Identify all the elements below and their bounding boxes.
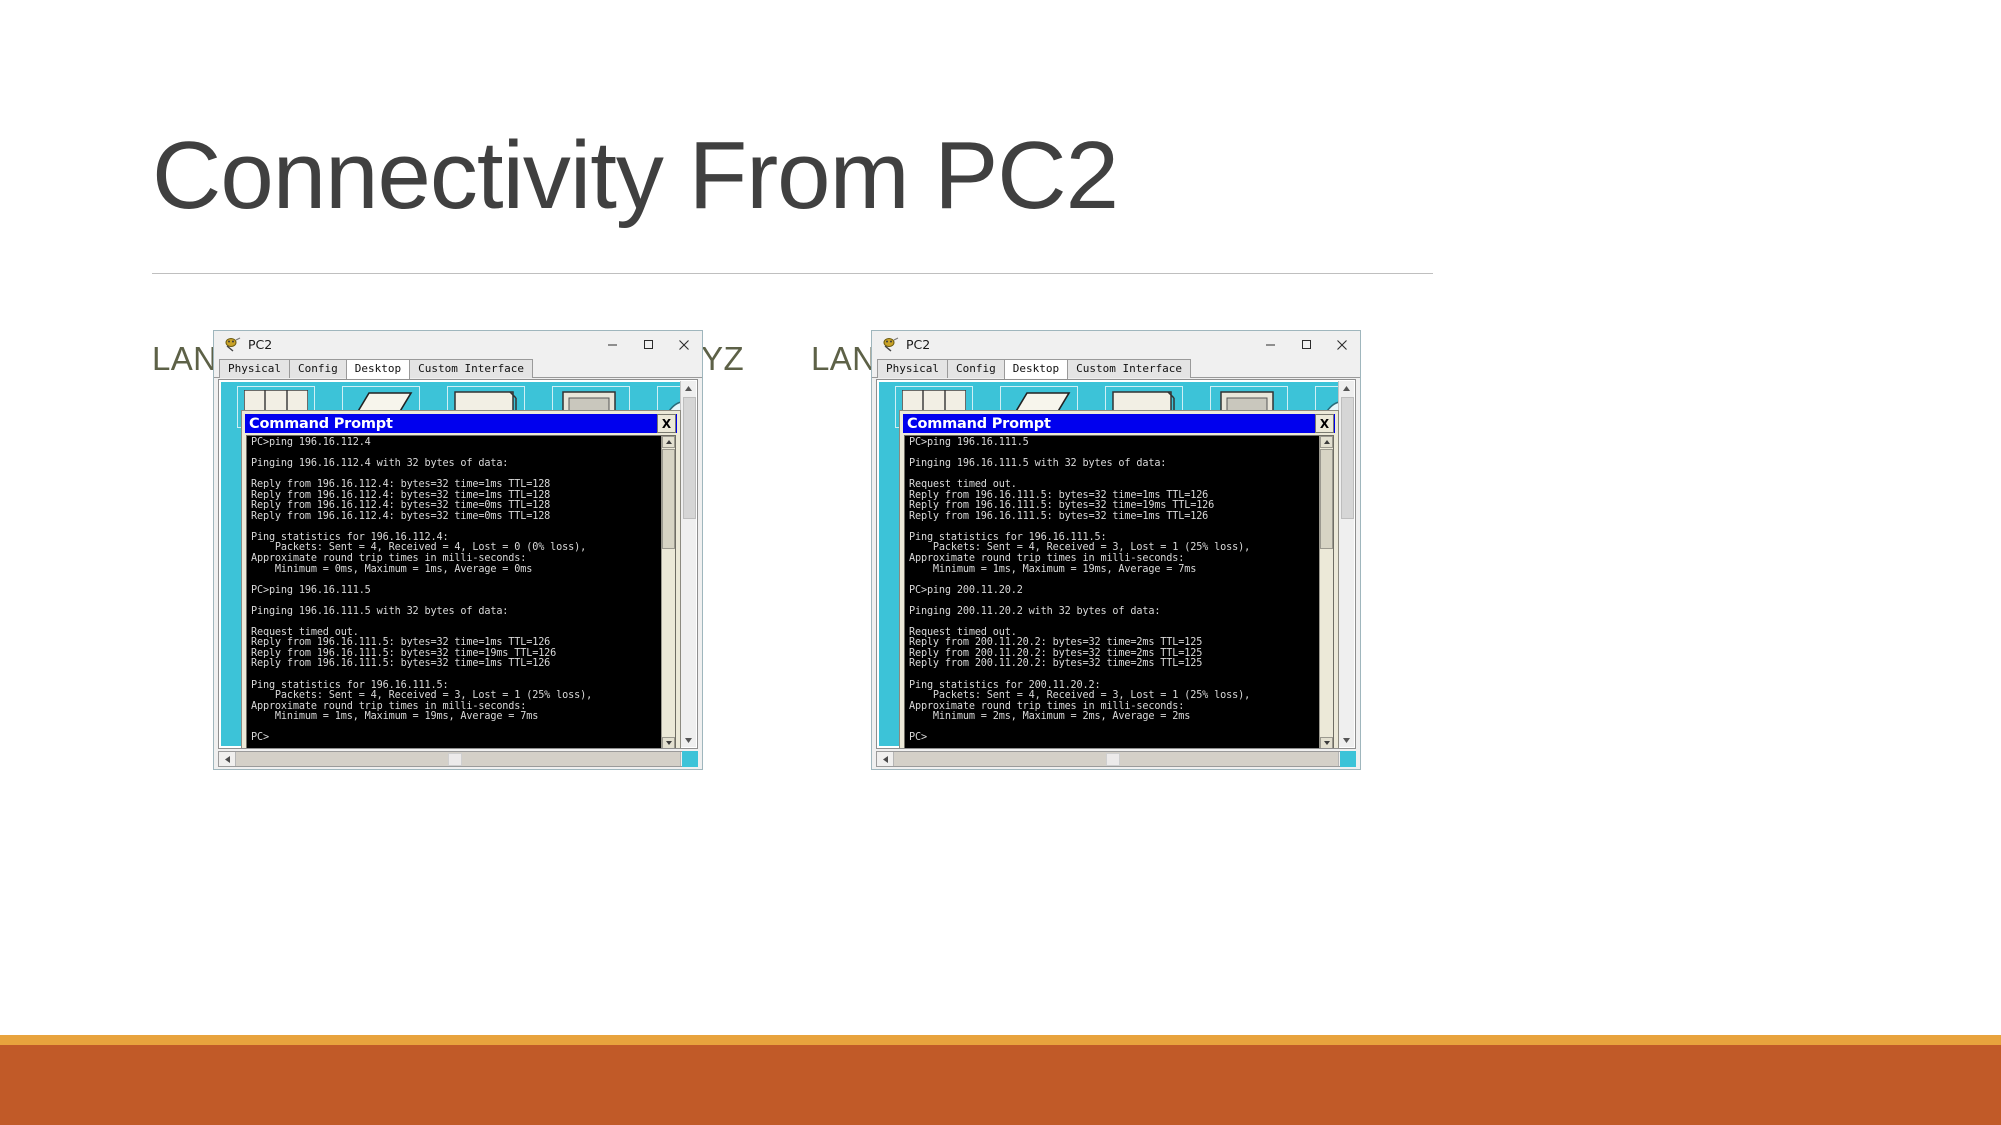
command-prompt-title-left: Command Prompt: [249, 415, 393, 432]
desktop-vertical-scrollbar-right[interactable]: [1338, 381, 1354, 747]
page-title: Connectivity From PC2: [152, 122, 1119, 229]
window-corner-left: [682, 751, 698, 767]
desktop-panel-right: Command Prompt X PC>ping 196.16.111.5 Pi…: [876, 379, 1356, 749]
command-prompt-close-button-left[interactable]: X: [657, 414, 676, 433]
terminal-scrollbar-right[interactable]: [1319, 436, 1333, 748]
tab-physical[interactable]: Physical: [877, 359, 948, 378]
scroll-up-icon[interactable]: [681, 381, 696, 395]
terminal-scroll-up-icon[interactable]: [662, 436, 675, 448]
command-prompt-title-right: Command Prompt: [907, 415, 1051, 432]
tab-config[interactable]: Config: [288, 359, 347, 378]
accent-bar-thin: [0, 1035, 2001, 1045]
command-prompt-titlebar-right: Command Prompt X: [903, 414, 1335, 433]
tab-physical[interactable]: Physical: [219, 359, 290, 378]
terminal-scroll-up-icon[interactable]: [1320, 436, 1333, 448]
tab-desktop[interactable]: Desktop: [1003, 359, 1069, 379]
window-controls-left: [594, 331, 702, 358]
scroll-thumb[interactable]: [683, 397, 696, 519]
tab-desktop[interactable]: Desktop: [345, 359, 411, 379]
window-corner-right: [1340, 751, 1356, 767]
window-horizontal-scrollbar-right[interactable]: [876, 751, 1356, 767]
tab-custom-interface[interactable]: Custom Interface: [409, 359, 534, 378]
terminal-scroll-down-icon[interactable]: [662, 737, 675, 748]
terminal-output-right: PC>ping 196.16.111.5 Pinging 196.16.111.…: [909, 437, 1251, 744]
command-prompt-window-left: Command Prompt X PC>ping 196.16.112.4 Pi…: [241, 410, 681, 748]
command-prompt-close-button-right[interactable]: X: [1315, 414, 1334, 433]
hscroll-thumb[interactable]: [448, 753, 462, 766]
terminal-scroll-down-icon[interactable]: [1320, 737, 1333, 748]
scroll-up-icon[interactable]: [1339, 381, 1354, 395]
terminal-output-left: PC>ping 196.16.112.4 Pinging 196.16.112.…: [251, 437, 593, 744]
window-title-right: PC2: [906, 337, 931, 352]
packet-tracer-icon: [882, 336, 899, 353]
tab-custom-interface[interactable]: Custom Interface: [1067, 359, 1192, 378]
window-title-left: PC2: [248, 337, 273, 352]
accent-bar-thick: [0, 1045, 2001, 1125]
command-prompt-body-right: PC>ping 196.16.111.5 Pinging 196.16.111.…: [904, 435, 1334, 748]
desktop-vertical-scrollbar-left[interactable]: [680, 381, 696, 747]
window-horizontal-scrollbar-left[interactable]: [218, 751, 698, 767]
tab-config[interactable]: Config: [946, 359, 1005, 378]
packet-tracer-icon: [224, 336, 241, 353]
minimize-icon[interactable]: [594, 331, 630, 358]
title-divider: [152, 273, 1433, 274]
scroll-thumb[interactable]: [1341, 397, 1354, 519]
command-prompt-window-right: Command Prompt X PC>ping 196.16.111.5 Pi…: [899, 410, 1339, 748]
tabstrip-left: Physical Config Desktop Custom Interface: [214, 358, 702, 379]
close-icon[interactable]: [666, 331, 702, 358]
hscroll-thumb[interactable]: [1106, 753, 1120, 766]
terminal-scroll-thumb[interactable]: [1320, 449, 1333, 549]
scroll-down-icon[interactable]: [681, 733, 696, 747]
minimize-icon[interactable]: [1252, 331, 1288, 358]
window-titlebar-right: PC2: [872, 331, 1360, 358]
maximize-icon[interactable]: [630, 331, 666, 358]
window-titlebar-left: PC2: [214, 331, 702, 358]
pt-window-left: PC2 Physical Config Desktop Custom Inter…: [213, 330, 703, 770]
pt-window-right: PC2 Physical Config Desktop Custom Inter…: [871, 330, 1361, 770]
desktop-panel-left: Command Prompt X PC>ping 196.16.112.4 Pi…: [218, 379, 698, 749]
command-prompt-body-left: PC>ping 196.16.112.4 Pinging 196.16.112.…: [246, 435, 676, 748]
terminal-scroll-thumb[interactable]: [662, 449, 675, 549]
scroll-down-icon[interactable]: [1339, 733, 1354, 747]
window-controls-right: [1252, 331, 1360, 358]
hscroll-left-icon[interactable]: [877, 752, 894, 766]
tabstrip-right: Physical Config Desktop Custom Interface: [872, 358, 1360, 379]
hscroll-left-icon[interactable]: [219, 752, 236, 766]
maximize-icon[interactable]: [1288, 331, 1324, 358]
terminal-scrollbar-left[interactable]: [661, 436, 675, 748]
command-prompt-titlebar-left: Command Prompt X: [245, 414, 677, 433]
close-icon[interactable]: [1324, 331, 1360, 358]
